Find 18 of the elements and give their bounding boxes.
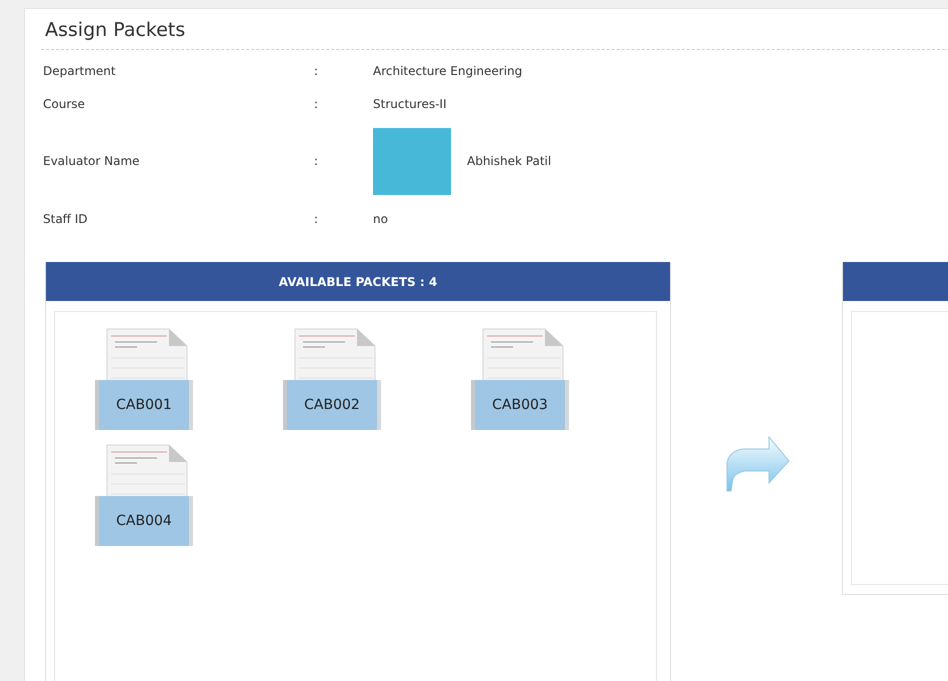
- page-title: Assign Packets: [41, 9, 948, 50]
- field-value: no: [373, 212, 388, 226]
- separator: :: [314, 154, 320, 168]
- panel-header: AVAILABLE PACKETS : 4: [46, 262, 670, 301]
- field-label: Course: [42, 96, 86, 110]
- field-label: Staff ID: [42, 212, 89, 226]
- field-value: Architecture Engineering: [373, 64, 522, 78]
- field-value: Structures-II: [373, 96, 446, 110]
- packet-folder[interactable]: CAB001: [95, 380, 193, 430]
- separator: :: [314, 64, 320, 78]
- field-value: Abhishek Patil: [467, 154, 552, 168]
- field-label: Evaluator Name: [42, 154, 141, 168]
- packet-folder[interactable]: CAB003: [471, 380, 569, 430]
- packet-folder[interactable]: CAB002: [283, 380, 381, 430]
- separator: :: [314, 212, 320, 226]
- field-label: Department: [42, 64, 117, 78]
- separator: :: [314, 96, 320, 110]
- packet-folder[interactable]: CAB004: [95, 496, 193, 546]
